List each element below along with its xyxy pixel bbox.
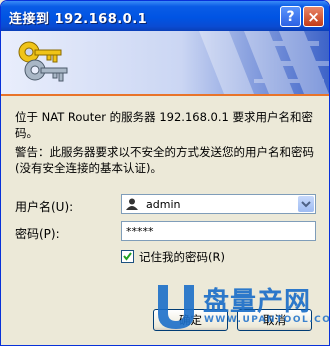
banner-pattern	[199, 31, 329, 94]
help-button[interactable]: ?	[280, 6, 301, 27]
window-title: 连接到 192.168.0.1	[9, 12, 148, 27]
username-dropdown-button[interactable]	[298, 196, 314, 212]
dialog-message: 位于 NAT Router 的服务器 192.168.0.1 要求用户名和密码。	[15, 110, 313, 140]
dialog-banner	[1, 31, 329, 94]
remember-password-label[interactable]: 记住我的密码(R)	[139, 249, 225, 265]
dialog-warning: 警告：此服务器要求以不安全的方式发送您的用户名和密码(没有安全连接的基本认证)。	[15, 145, 314, 175]
u-logo	[158, 285, 194, 329]
password-field[interactable]: *****	[121, 221, 316, 241]
watermark-text: 盘量产网	[203, 287, 312, 317]
username-value: admin	[146, 198, 181, 211]
site-watermark: 盘量产网 WWW.UPANTOOL.COM	[154, 283, 330, 333]
watermark-url: WWW.UPANTOOL.COM	[204, 315, 330, 325]
chevron-down-icon	[301, 201, 311, 208]
title-bar[interactable]: 连接到 192.168.0.1 ? ×	[1, 1, 329, 31]
remember-password-checkbox[interactable]	[121, 250, 134, 263]
username-combobox[interactable]: admin	[121, 194, 316, 214]
user-icon	[126, 198, 138, 210]
username-label: 用户名(U):	[15, 200, 74, 214]
close-button[interactable]: ×	[303, 6, 324, 27]
checkmark-icon	[123, 252, 132, 261]
login-dialog: 连接到 192.168.0.1 ? × 位于 NAT Router 的服务器 1…	[0, 0, 330, 346]
keys-icon	[18, 41, 68, 82]
password-label: 密码(P):	[15, 227, 60, 241]
banner-divider	[1, 94, 329, 96]
